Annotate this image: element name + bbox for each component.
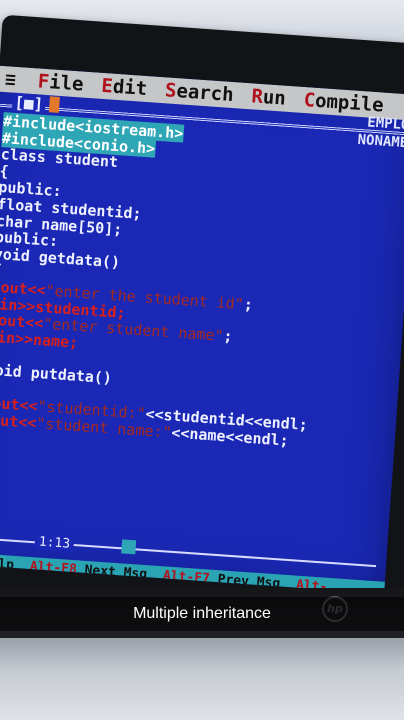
- code-area[interactable]: #include<iostream.h> #include<conio.h> c…: [0, 112, 404, 473]
- menu-edit[interactable]: Edit: [101, 75, 148, 100]
- window-name-employ: EMPLOY: [366, 114, 404, 134]
- window-title-row: [■]: [11, 92, 60, 115]
- menu-file[interactable]: File: [37, 70, 84, 95]
- turbo-cpp-screen: ≡ File Edit Search Run Compile [■] EMPLO…: [0, 65, 404, 594]
- menu-compile[interactable]: Compile: [303, 89, 384, 117]
- menu-search[interactable]: Search: [164, 79, 234, 106]
- system-menu-icon[interactable]: ≡: [4, 69, 16, 91]
- editor-window[interactable]: [■] EMPLOY NONAMEC #include<iostream.h> …: [0, 92, 404, 576]
- cursor-position: 1:13: [34, 534, 75, 553]
- menu-run[interactable]: Run: [251, 85, 287, 109]
- video-caption: Multiple inheritance: [0, 597, 404, 631]
- laptop-base: [0, 638, 404, 720]
- close-box[interactable]: [■]: [11, 92, 46, 114]
- horizontal-scroll-thumb[interactable]: [121, 539, 137, 555]
- resize-cursor: [48, 96, 60, 113]
